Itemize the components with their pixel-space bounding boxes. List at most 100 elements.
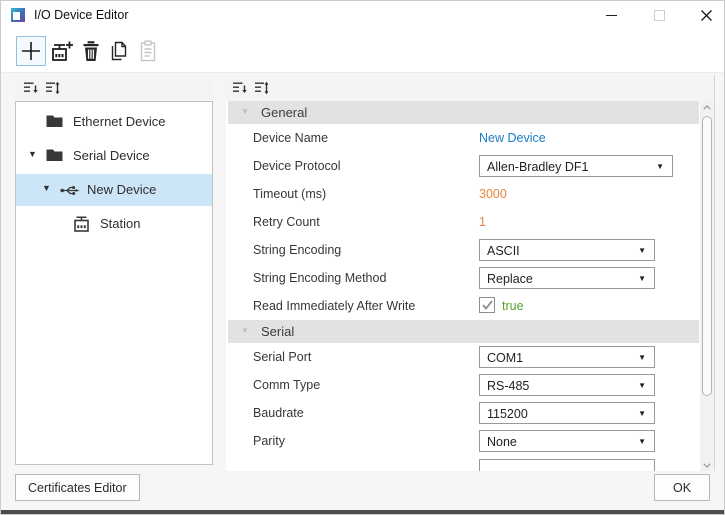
device-tree: Ethernet Device ▼ Serial Device ▼ New De… [15,101,213,465]
property-row-retry-count: Retry Count 1 [226,208,714,236]
property-row-string-encoding-method: String Encoding Method Replace ▼ [226,264,714,292]
station-add-icon [51,41,73,61]
section-title: Serial [261,324,295,339]
app-icon [11,8,25,22]
chevron-down-icon: ▼ [638,381,646,390]
chevron-up-icon [703,104,711,110]
chevron-down-icon: ▼ [638,437,646,446]
property-label: Comm Type [253,378,321,392]
certificates-editor-button[interactable]: Certificates Editor [15,474,140,501]
comm-type-dropdown[interactable]: RS-485 ▼ [479,374,655,396]
expand-all-icon[interactable] [44,80,62,96]
maximize-button[interactable] [644,1,674,29]
dropdown-value: Replace [487,272,533,286]
chevron-down-icon [703,462,711,468]
property-row-device-protocol: Device Protocol Allen-Bradley DF1 ▼ [226,152,714,180]
tree-panel-toolbar [15,75,213,101]
baudrate-dropdown[interactable]: 115200 ▼ [479,402,655,424]
paste-button[interactable] [133,36,163,66]
partial-dropdown[interactable] [479,459,655,471]
device-tree-panel: Ethernet Device ▼ Serial Device ▼ New De… [15,75,213,465]
property-row-timeout: Timeout (ms) 3000 [226,180,714,208]
tree-item-label: Serial Device [73,148,150,163]
maximize-icon [653,9,665,21]
section-collapse-icon: ▼ [241,107,249,116]
delete-button[interactable] [76,36,106,66]
expand-all-icon[interactable] [253,80,271,96]
main-toolbar [1,29,724,73]
read-after-write-checkbox[interactable] [479,297,495,313]
ok-button[interactable]: OK [654,474,710,501]
window-bottom-edge [1,510,724,514]
tree-item-label: Station [100,216,141,231]
chevron-down-icon: ▼ [638,246,646,255]
dropdown-value: RS-485 [487,379,530,393]
property-grid: ▼ General Device Name New Device Device … [226,101,714,471]
property-row-parity: Parity None ▼ [226,427,714,455]
add-station-button[interactable] [47,36,77,66]
property-label: Serial Port [253,350,312,364]
property-panel-toolbar [226,75,714,101]
section-collapse-icon: ▼ [241,326,249,335]
string-encoding-dropdown[interactable]: ASCII ▼ [479,239,655,261]
property-row-baudrate: Baudrate 115200 ▼ [226,399,714,427]
chevron-down-icon: ▼ [638,409,646,418]
property-label: Parity [253,434,285,448]
property-label: Read Immediately After Write [253,299,416,313]
scroll-up-button[interactable] [700,101,714,113]
collapse-all-icon[interactable] [22,80,40,96]
property-panel: ▼ General Device Name New Device Device … [226,75,715,471]
string-encoding-method-dropdown[interactable]: Replace ▼ [479,267,655,289]
chevron-down-icon[interactable]: ▼ [42,184,51,193]
property-label: String Encoding [253,243,342,257]
property-label: Retry Count [253,215,320,229]
tree-item-serial-device[interactable]: ▼ Serial Device [16,140,212,172]
dropdown-value: Allen-Bradley DF1 [487,160,589,174]
close-button[interactable] [691,1,721,29]
tree-item-station[interactable]: Station [16,208,212,240]
property-row-read-after-write: Read Immediately After Write true [226,292,714,320]
add-device-button[interactable] [16,36,46,66]
scrollbar-thumb[interactable] [701,116,712,396]
retry-count-value[interactable]: 1 [479,215,486,229]
chevron-down-icon: ▼ [656,162,664,171]
checkmark-icon [481,300,493,310]
property-label: Device Protocol [253,159,341,173]
section-header-serial[interactable]: ▼ Serial [228,320,699,343]
device-protocol-dropdown[interactable]: Allen-Bradley DF1 ▼ [479,155,673,177]
property-label: Timeout (ms) [253,187,327,201]
timeout-value[interactable]: 3000 [479,187,507,201]
tree-item-label: Ethernet Device [73,114,166,129]
paste-icon [140,40,156,62]
scroll-down-button[interactable] [700,459,714,471]
minimize-icon [605,14,617,16]
serial-port-dropdown[interactable]: COM1 ▼ [479,346,655,368]
chevron-down-icon[interactable]: ▼ [28,150,37,159]
copy-button[interactable] [104,36,134,66]
titlebar: I/O Device Editor [1,1,724,29]
tree-item-ethernet-device[interactable]: Ethernet Device [16,106,212,138]
chevron-down-icon: ▼ [638,353,646,362]
property-row-string-encoding: String Encoding ASCII ▼ [226,236,714,264]
dropdown-value: 115200 [487,407,528,421]
parity-dropdown[interactable]: None ▼ [479,430,655,452]
property-label: Baudrate [253,406,304,420]
dropdown-value: None [487,435,517,449]
property-row-serial-port: Serial Port COM1 ▼ [226,343,714,371]
section-header-general[interactable]: ▼ General [228,101,699,124]
chevron-down-icon: ▼ [638,274,646,283]
io-device-editor-window: I/O Device Editor Ethernet Device ▼ Seri… [0,0,725,515]
read-after-write-value: true [502,299,524,313]
plus-icon [22,42,40,60]
section-title: General [261,105,308,120]
vertical-scrollbar[interactable] [700,101,714,471]
folder-icon [46,148,63,167]
collapse-all-icon[interactable] [231,80,249,96]
station-icon [73,215,90,237]
tree-item-new-device[interactable]: ▼ New Device [16,174,212,206]
property-label: String Encoding Method [253,271,387,285]
property-row-comm-type: Comm Type RS-485 ▼ [226,371,714,399]
minimize-button[interactable] [596,1,626,29]
device-name-value[interactable]: New Device [479,131,546,145]
window-title: I/O Device Editor [34,8,129,22]
